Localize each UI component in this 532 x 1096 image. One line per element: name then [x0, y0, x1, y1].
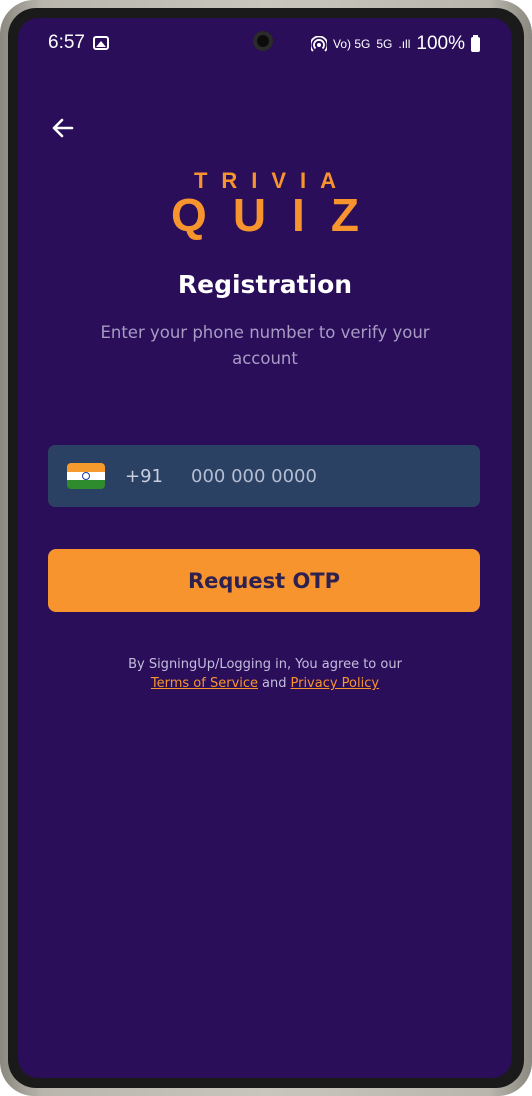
request-otp-button[interactable]: Request OTP: [48, 549, 480, 612]
india-flag-icon[interactable]: [67, 463, 105, 489]
status-icons: Vo) 5G 5G .ıll 100%: [311, 33, 480, 55]
phone-frame: 6:57 Vo) 5G 5G .ıll 100% TRIVIA QUIZ Reg…: [0, 0, 532, 1096]
legal-and: and: [262, 676, 287, 691]
hotspot-icon: [311, 36, 328, 52]
volte-icon: Vo) 5G: [333, 37, 371, 51]
battery-icon: [471, 34, 480, 52]
arrow-left-icon: [52, 118, 74, 138]
country-code[interactable]: +91: [125, 466, 163, 487]
back-button[interactable]: [48, 113, 78, 143]
phone-number-field[interactable]: +91: [48, 445, 480, 507]
phone-input[interactable]: [189, 464, 433, 488]
app-screen: 6:57 Vo) 5G 5G .ıll 100% TRIVIA QUIZ Reg…: [18, 18, 512, 1078]
status-bar: 6:57 Vo) 5G 5G .ıll 100%: [18, 18, 512, 70]
page-subtitle: Enter your phone number to verify your a…: [100, 323, 430, 368]
signal-icon: .ıll: [398, 37, 411, 51]
gallery-icon: [93, 36, 109, 50]
logo-bottom-text: QUIZ: [171, 189, 385, 241]
5g-icon: 5G: [376, 37, 393, 51]
trivia-quiz-logo: TRIVIA QUIZ: [18, 168, 512, 238]
page-title: Registration: [177, 270, 353, 299]
legal-prefix: By SigningUp/Logging in, You agree to ou…: [128, 657, 402, 672]
status-time: 6:57: [48, 32, 85, 53]
legal-notice: By SigningUp/Logging in, You agree to ou…: [18, 655, 512, 693]
front-camera: [253, 31, 273, 51]
privacy-policy-link[interactable]: Privacy Policy: [290, 676, 379, 691]
battery-percent: 100%: [416, 33, 465, 54]
terms-of-service-link[interactable]: Terms of Service: [151, 676, 258, 691]
